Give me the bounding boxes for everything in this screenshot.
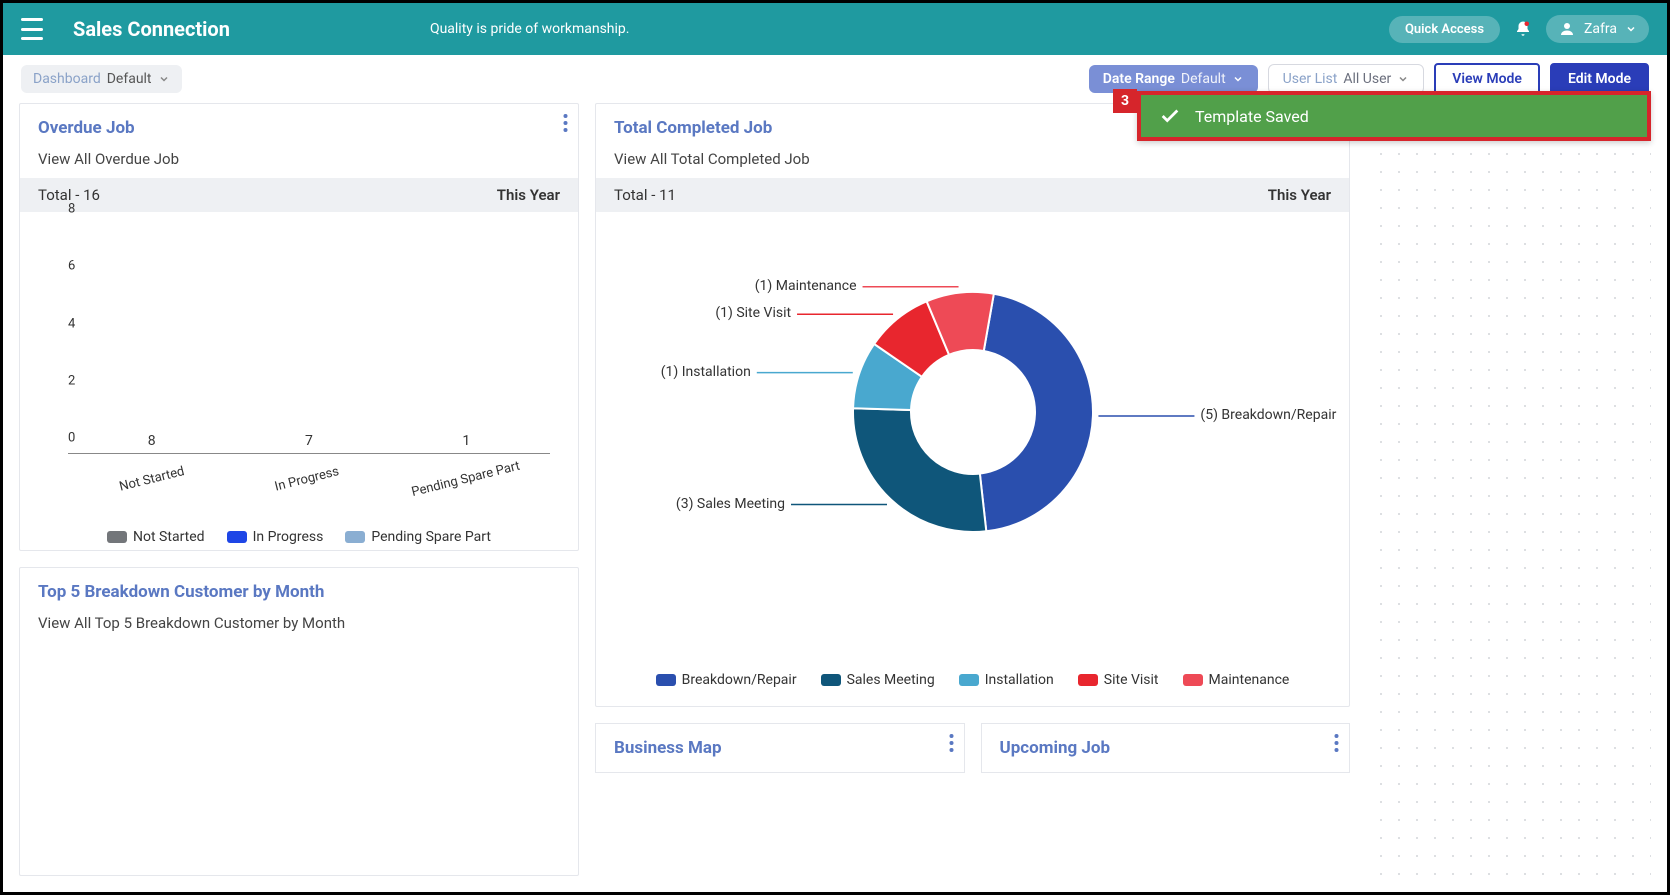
card-subtitle: View All Total Completed Job bbox=[614, 150, 1331, 168]
user-menu[interactable]: Zafra bbox=[1546, 15, 1649, 43]
period-label: This Year bbox=[1268, 186, 1331, 204]
overdue-bar-chart: 02468871 Not StartedIn ProgressPending S… bbox=[38, 212, 560, 532]
brand-title: Sales Connection bbox=[73, 17, 230, 41]
legend-item: Maintenance bbox=[1183, 672, 1290, 688]
menu-icon[interactable] bbox=[21, 18, 43, 40]
chevron-down-icon bbox=[158, 73, 170, 85]
user-name: Zafra bbox=[1584, 21, 1617, 37]
chevron-down-icon bbox=[1397, 73, 1409, 85]
card-title: Top 5 Breakdown Customer by Month bbox=[38, 582, 560, 602]
dashboard-selector[interactable]: Dashboard Default bbox=[21, 65, 182, 93]
donut-slice-label: (1) Maintenance bbox=[755, 278, 857, 294]
bell-icon[interactable] bbox=[1514, 19, 1532, 39]
dashboard-value: Default bbox=[107, 71, 152, 87]
date-range-label: Date Range bbox=[1103, 71, 1175, 87]
period-label: This Year bbox=[497, 186, 560, 204]
donut-slice-label: (1) Site Visit bbox=[715, 305, 791, 321]
overdue-job-card: Overdue Job View All Overdue Job Total -… bbox=[19, 103, 579, 551]
legend-item: In Progress bbox=[227, 529, 324, 545]
card-title: Upcoming Job bbox=[1000, 738, 1332, 758]
donut-slice-label: (3) Sales Meeting bbox=[676, 496, 785, 512]
legend-item: Breakdown/Repair bbox=[656, 672, 797, 688]
legend-item: Pending Spare Part bbox=[345, 529, 491, 545]
dashboard-content: Overdue Job View All Overdue Job Total -… bbox=[3, 103, 1667, 892]
donut-slice-label: (1) Installation bbox=[661, 364, 751, 380]
tagline-text: Quality is pride of workmanship. bbox=[430, 21, 630, 37]
dashboard-label: Dashboard bbox=[33, 71, 101, 87]
card-menu-button[interactable] bbox=[1334, 734, 1339, 756]
toast-text: Template Saved bbox=[1195, 107, 1309, 126]
completed-donut-chart: (5) Breakdown/Repair(3) Sales Meeting(1)… bbox=[614, 212, 1331, 672]
user-list-label: User List bbox=[1283, 71, 1338, 87]
card-title: Business Map bbox=[614, 738, 946, 758]
donut-slice-label: (5) Breakdown/Repair bbox=[1200, 407, 1336, 423]
user-list-value: All User bbox=[1343, 71, 1391, 87]
bar-item: 8 bbox=[98, 433, 205, 453]
bar-item: 7 bbox=[255, 433, 362, 453]
card-menu-button[interactable] bbox=[563, 114, 568, 136]
check-icon bbox=[1159, 105, 1181, 127]
card-subtitle: View All Overdue Job bbox=[38, 150, 560, 168]
bar-item: 1 bbox=[413, 433, 520, 453]
top-bar: Sales Connection Quality is pride of wor… bbox=[3, 3, 1667, 55]
callout-number: 3 bbox=[1113, 89, 1137, 113]
legend-item: Sales Meeting bbox=[821, 672, 935, 688]
legend-item: Site Visit bbox=[1078, 672, 1159, 688]
card-title: Overdue Job bbox=[38, 118, 560, 138]
breakdown-customer-card: Top 5 Breakdown Customer by Month View A… bbox=[19, 567, 579, 876]
card-total-row: Total - 11 This Year bbox=[596, 178, 1349, 212]
quick-access-button[interactable]: Quick Access bbox=[1389, 16, 1500, 43]
business-map-card: Business Map bbox=[595, 723, 965, 773]
chevron-down-icon bbox=[1232, 73, 1244, 85]
completed-job-card: Total Completed Job View All Total Compl… bbox=[595, 103, 1350, 707]
date-range-value: Default bbox=[1181, 71, 1226, 87]
upcoming-job-card: Upcoming Job bbox=[981, 723, 1351, 773]
template-saved-toast: 3 Template Saved bbox=[1137, 91, 1651, 141]
user-list-selector[interactable]: User List All User bbox=[1268, 64, 1425, 94]
total-label: Total - 11 bbox=[614, 186, 676, 204]
card-menu-button[interactable] bbox=[949, 734, 954, 756]
card-total-row: Total - 16 This Year bbox=[20, 178, 578, 212]
empty-dashboard-slot[interactable] bbox=[1366, 103, 1651, 876]
legend-item: Installation bbox=[959, 672, 1054, 688]
chevron-down-icon bbox=[1625, 23, 1637, 35]
card-subtitle: View All Top 5 Breakdown Customer by Mon… bbox=[38, 614, 560, 632]
user-icon bbox=[1558, 20, 1576, 38]
legend-item: Not Started bbox=[107, 529, 205, 545]
